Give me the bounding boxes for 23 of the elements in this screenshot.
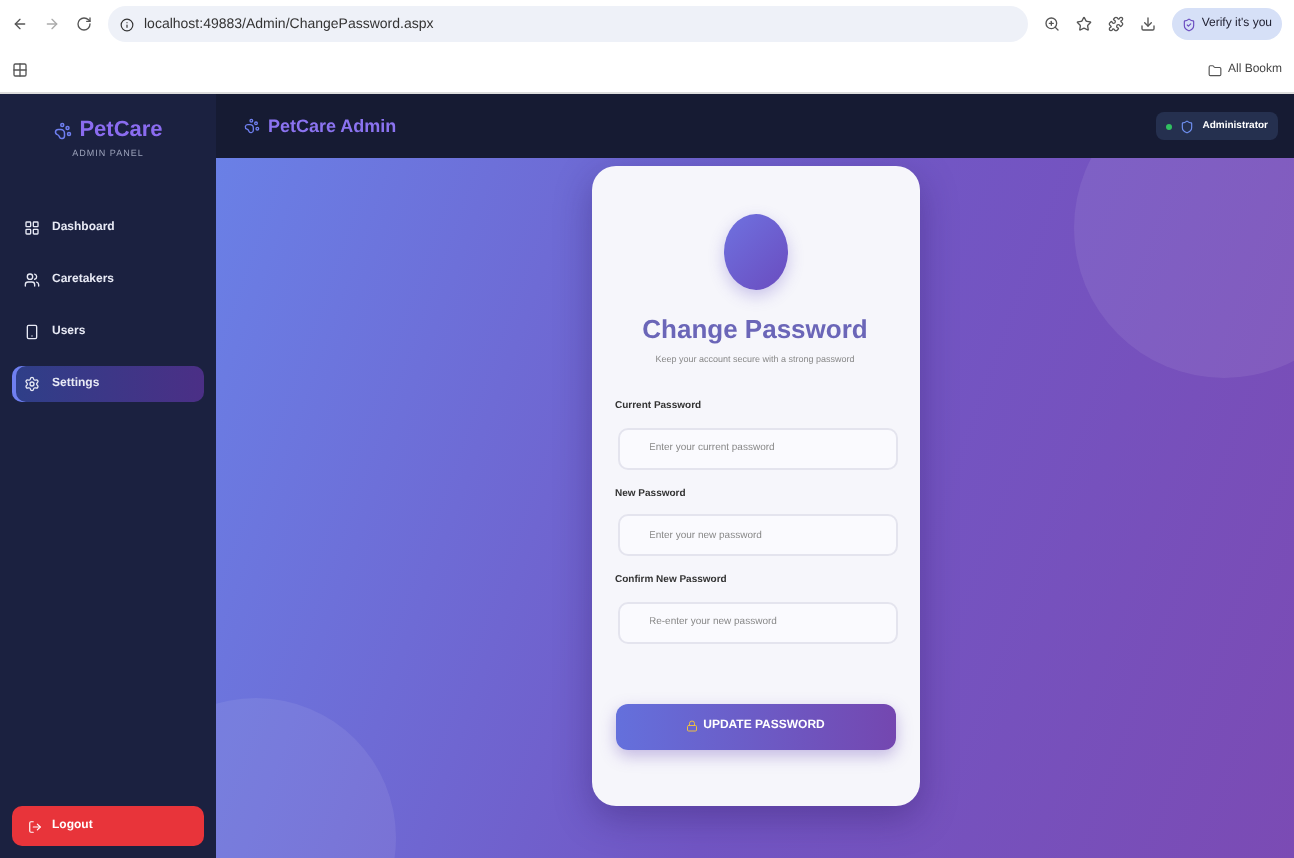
lock-icon [685,720,698,732]
shield-icon [1180,119,1195,133]
download-icon[interactable] [1139,16,1156,32]
shield-icon [1181,17,1196,31]
logout-icon [28,819,42,833]
reload-icon[interactable] [76,16,92,32]
star-icon[interactable] [1075,16,1092,32]
status-dot [1166,123,1173,129]
paw-icon [244,118,260,134]
people-icon [24,272,40,288]
header-title: PetCare Admin [268,116,397,136]
apps-icon[interactable] [12,62,28,78]
settings-icon [24,376,40,392]
extension-icon[interactable] [1107,16,1124,32]
brand-name: PetCare [79,118,163,142]
form-title: Change Password [640,314,870,344]
zoom-icon[interactable] [1043,16,1060,32]
avatar-circle [723,214,787,290]
folder-icon [1207,63,1222,77]
phone-icon [24,324,40,340]
grid-icon [24,220,40,236]
back-icon[interactable] [12,16,28,32]
paw-icon [53,121,72,139]
